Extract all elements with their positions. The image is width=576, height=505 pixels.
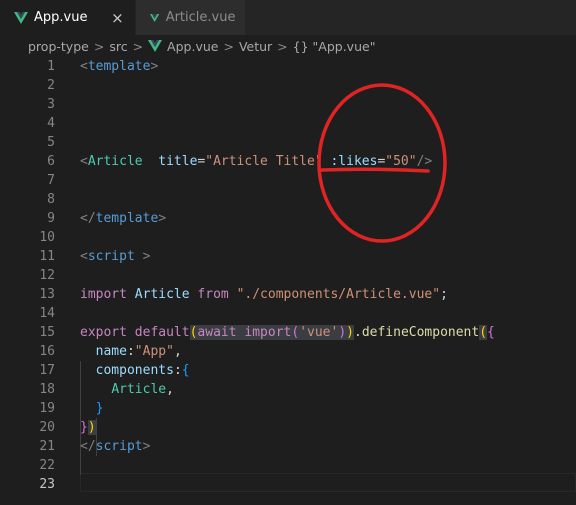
breadcrumb-item-language[interactable]: Vetur — [239, 39, 272, 54]
code-text: </script> — [80, 439, 151, 454]
code-line[interactable]: 10 — [0, 228, 576, 247]
code-line[interactable]: 2 — [0, 76, 576, 95]
code-text: }) — [80, 420, 96, 435]
breadcrumb-separator: > — [277, 38, 288, 54]
code-line[interactable]: 15 export default(await import('vue')).d… — [0, 323, 576, 342]
tab-app-vue[interactable]: App.vue × — [0, 0, 137, 35]
line-number: 10 — [39, 230, 55, 245]
code-line[interactable]: 14 — [0, 304, 576, 323]
code-line[interactable]: 20 }) — [0, 418, 576, 437]
code-line[interactable]: 12 — [0, 266, 576, 285]
line-number: 22 — [39, 458, 55, 473]
code-line[interactable]: 4 — [0, 114, 576, 133]
vue-file-icon — [14, 11, 28, 24]
code-line[interactable]: 19 } — [0, 399, 576, 418]
line-number: 4 — [47, 116, 55, 131]
code-line[interactable]: 17 components:{ — [0, 361, 576, 380]
line-number: 6 — [47, 154, 55, 169]
code-line[interactable]: 22 — [0, 456, 576, 475]
code-editor[interactable]: 1 <template> 2 3 4 5 6 <Article title="A… — [0, 57, 576, 505]
line-number: 3 — [47, 97, 55, 112]
code-line[interactable]: 11 <script > — [0, 247, 576, 266]
line-number: 2 — [47, 78, 55, 93]
code-text: import Article from "./components/Articl… — [80, 287, 448, 302]
line-number: 21 — [39, 439, 55, 454]
breadcrumb-item-folder[interactable]: prop-type — [28, 39, 89, 54]
breadcrumb-item-src[interactable]: src — [109, 39, 127, 54]
code-line-current[interactable]: 23 — [0, 475, 576, 494]
line-number: 9 — [47, 211, 55, 226]
tab-bar: App.vue × Article.vue — [0, 0, 576, 35]
line-number: 12 — [39, 268, 55, 283]
code-line[interactable]: 18 Article, — [0, 380, 576, 399]
breadcrumb-item-symbol[interactable]: {} "App.vue" — [293, 39, 376, 54]
code-line[interactable]: 5 — [0, 133, 576, 152]
breadcrumb-separator: > — [132, 38, 144, 54]
breadcrumb-separator: > — [223, 38, 234, 54]
code-line[interactable]: 21 </script> — [0, 437, 576, 456]
editor-window: App.vue × Article.vue prop-type > src > … — [0, 0, 576, 505]
code-line[interactable]: 13 import Article from "./components/Art… — [0, 285, 576, 304]
line-number: 17 — [39, 363, 55, 378]
vue-file-icon — [150, 13, 160, 22]
code-text: export default(await import('vue')).defi… — [80, 325, 495, 340]
tab-label: Article.vue — [165, 10, 236, 25]
code-line[interactable]: 9 </template> — [0, 209, 576, 228]
code-line[interactable]: 1 <template> — [0, 57, 576, 76]
line-number: 5 — [47, 135, 55, 150]
line-number: 11 — [39, 249, 55, 264]
code-text: <template> — [80, 59, 159, 74]
code-text: components:{ — [95, 363, 190, 378]
line-number: 7 — [47, 173, 55, 188]
code-text: name:"App", — [95, 344, 182, 359]
line-number: 15 — [39, 325, 55, 340]
line-number: 23 — [39, 477, 55, 492]
breadcrumb: prop-type > src > App.vue > Vetur > {} "… — [0, 35, 576, 57]
code-line[interactable]: 7 — [0, 171, 576, 190]
code-line[interactable]: 16 name:"App", — [0, 342, 576, 361]
line-number: 13 — [39, 287, 55, 302]
code-text: } — [95, 401, 104, 416]
breadcrumb-item-file[interactable]: App.vue — [167, 39, 218, 54]
code-text: <Article title="Article Title" :likes="5… — [80, 154, 433, 169]
line-number: 8 — [47, 192, 55, 207]
close-icon[interactable]: × — [109, 9, 125, 27]
line-number: 20 — [39, 420, 55, 435]
line-number: 16 — [39, 344, 55, 359]
line-number: 1 — [47, 59, 55, 74]
code-line[interactable]: 8 — [0, 190, 576, 209]
vue-file-icon — [148, 40, 163, 52]
code-text: </template> — [80, 211, 167, 226]
tab-label: App.vue — [34, 10, 88, 25]
breadcrumb-separator: > — [93, 38, 105, 54]
code-text: <script > — [80, 249, 151, 264]
code-line[interactable]: 3 — [0, 95, 576, 114]
code-text: Article, — [111, 382, 174, 397]
line-number: 19 — [39, 401, 55, 416]
tab-article-vue[interactable]: Article.vue — [136, 0, 247, 35]
code-line[interactable]: 6 <Article title="Article Title" :likes=… — [0, 152, 576, 171]
line-number: 14 — [39, 306, 55, 321]
line-number: 18 — [39, 382, 55, 397]
